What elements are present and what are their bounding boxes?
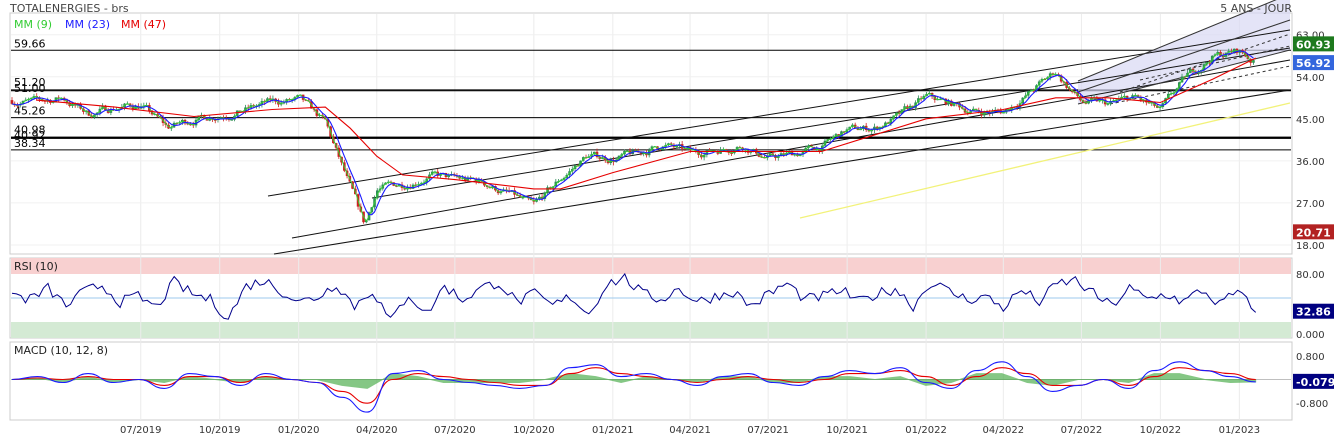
level-label: 45.26 bbox=[14, 105, 46, 118]
x-tick-label: 07/2022 bbox=[1061, 425, 1103, 436]
x-tick-label: 04/2022 bbox=[983, 425, 1025, 436]
y-tick-label: 27.00 bbox=[1296, 199, 1325, 210]
x-tick-label: 01/2022 bbox=[905, 425, 947, 436]
badge-last-price: 56.92 bbox=[1296, 57, 1331, 70]
legend-ma9: MM (9) bbox=[14, 18, 52, 31]
x-tick-label: 10/2022 bbox=[1140, 425, 1182, 436]
badge-rsi: 32.86 bbox=[1296, 306, 1331, 319]
x-tick-label: 07/2019 bbox=[120, 425, 162, 436]
x-tick-label: 01/2021 bbox=[592, 425, 634, 436]
rsi-overbought-band bbox=[11, 258, 1291, 274]
candle-body bbox=[10, 100, 14, 104]
x-tick-label: 07/2020 bbox=[434, 425, 476, 436]
macd-panel-frame bbox=[9, 341, 1293, 421]
badge-high: 60.93 bbox=[1296, 38, 1331, 51]
macd-y-tick-label: -0.800 bbox=[1296, 399, 1328, 410]
chart-title: TOTALENERGIES - brs bbox=[9, 2, 129, 15]
x-tick-label: 10/2021 bbox=[826, 425, 868, 436]
level-label: 38.34 bbox=[14, 137, 46, 150]
y-tick-label: 36.00 bbox=[1296, 157, 1325, 168]
x-tick-label: 10/2019 bbox=[199, 425, 241, 436]
period-label: 5 ANS - JOUR bbox=[1220, 2, 1292, 15]
x-tick-label: 01/2023 bbox=[1219, 425, 1261, 436]
badge-low: 20.71 bbox=[1296, 226, 1331, 239]
y-tick-label: 18.00 bbox=[1296, 241, 1325, 252]
level-label: 59.66 bbox=[14, 37, 46, 50]
macd-title: MACD (10, 12, 8) bbox=[14, 344, 108, 357]
y-tick-label: 54.00 bbox=[1296, 73, 1325, 84]
x-tick-label: 04/2021 bbox=[669, 425, 711, 436]
rsi-y-tick-label: 0.000 bbox=[1296, 330, 1325, 341]
stock-chart: 59.6651.2051.0045.2640.9840.9238.34 07/2… bbox=[9, 0, 1335, 436]
rsi-y-tick-label: 80.00 bbox=[1296, 270, 1325, 281]
badge-macd: -0.079 bbox=[1296, 376, 1335, 389]
x-tick-label: 01/2020 bbox=[278, 425, 320, 436]
y-tick-label: 45.00 bbox=[1296, 115, 1325, 126]
x-tick-label: 10/2020 bbox=[513, 425, 555, 436]
x-tick-label: 04/2020 bbox=[356, 425, 398, 436]
rsi-oversold-band bbox=[11, 322, 1291, 338]
legend-ma23: MM (23) bbox=[65, 18, 110, 31]
x-tick-label: 07/2021 bbox=[747, 425, 789, 436]
level-label: 51.00 bbox=[14, 82, 46, 95]
rsi-title: RSI (10) bbox=[14, 260, 58, 273]
macd-y-tick-label: 0.800 bbox=[1296, 352, 1325, 363]
legend-ma47: MM (47) bbox=[121, 18, 166, 31]
